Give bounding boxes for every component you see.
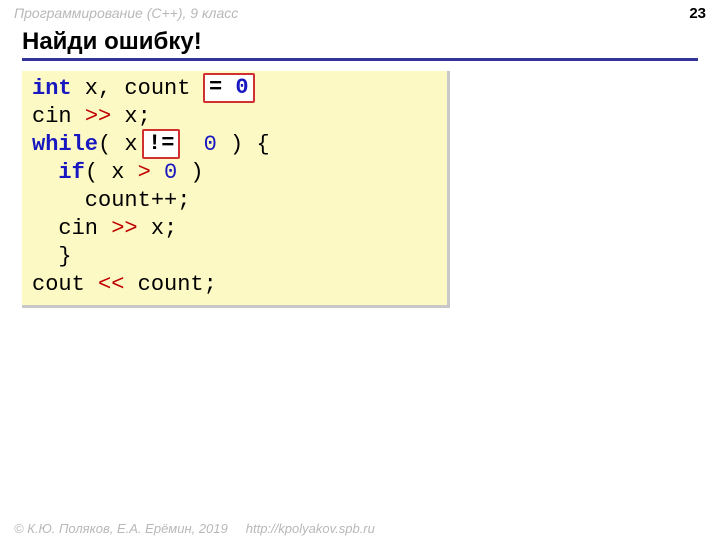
code-line-5: count++; xyxy=(32,187,437,215)
slide-title: Найди ошибку! xyxy=(22,28,698,56)
copyright-text: © К.Ю. Поляков, Е.А. Ерёмин, 2019 xyxy=(14,521,228,536)
keyword-while: while xyxy=(32,132,98,157)
course-label: Программирование (C++), 9 класс xyxy=(14,5,238,21)
page-number: 23 xyxy=(689,5,706,22)
code-line-4: if( x > 0 ) xyxy=(32,159,437,187)
code-line-3: while( x != 0 ) { xyxy=(32,131,437,159)
op-extract: >> xyxy=(111,216,137,241)
code-line-2: cin >> x; xyxy=(32,103,437,131)
code-line-8: cout << count; xyxy=(32,271,437,299)
code-line-7: } xyxy=(32,243,437,271)
title-block: Найди ошибку! xyxy=(0,26,720,65)
code-box: int x, count ; cin >> x; while( x != 0 )… xyxy=(22,71,450,308)
title-underline xyxy=(22,58,698,61)
slide-header: Программирование (C++), 9 класс 23 xyxy=(0,0,720,26)
keyword-if: if xyxy=(58,160,84,185)
correction-init-zero: = 0 xyxy=(203,73,255,103)
correction-not-equal: != xyxy=(142,129,180,159)
code-line-6: cin >> x; xyxy=(32,215,437,243)
keyword-int: int xyxy=(32,76,72,101)
op-extract: >> xyxy=(85,104,111,129)
op-insert: << xyxy=(98,272,124,297)
slide-footer: © К.Ю. Поляков, Е.А. Ерёмин, 2019 http:/… xyxy=(0,516,720,540)
op-gt: > xyxy=(138,160,151,185)
footer-url: http://kpolyakov.spb.ru xyxy=(246,521,375,536)
